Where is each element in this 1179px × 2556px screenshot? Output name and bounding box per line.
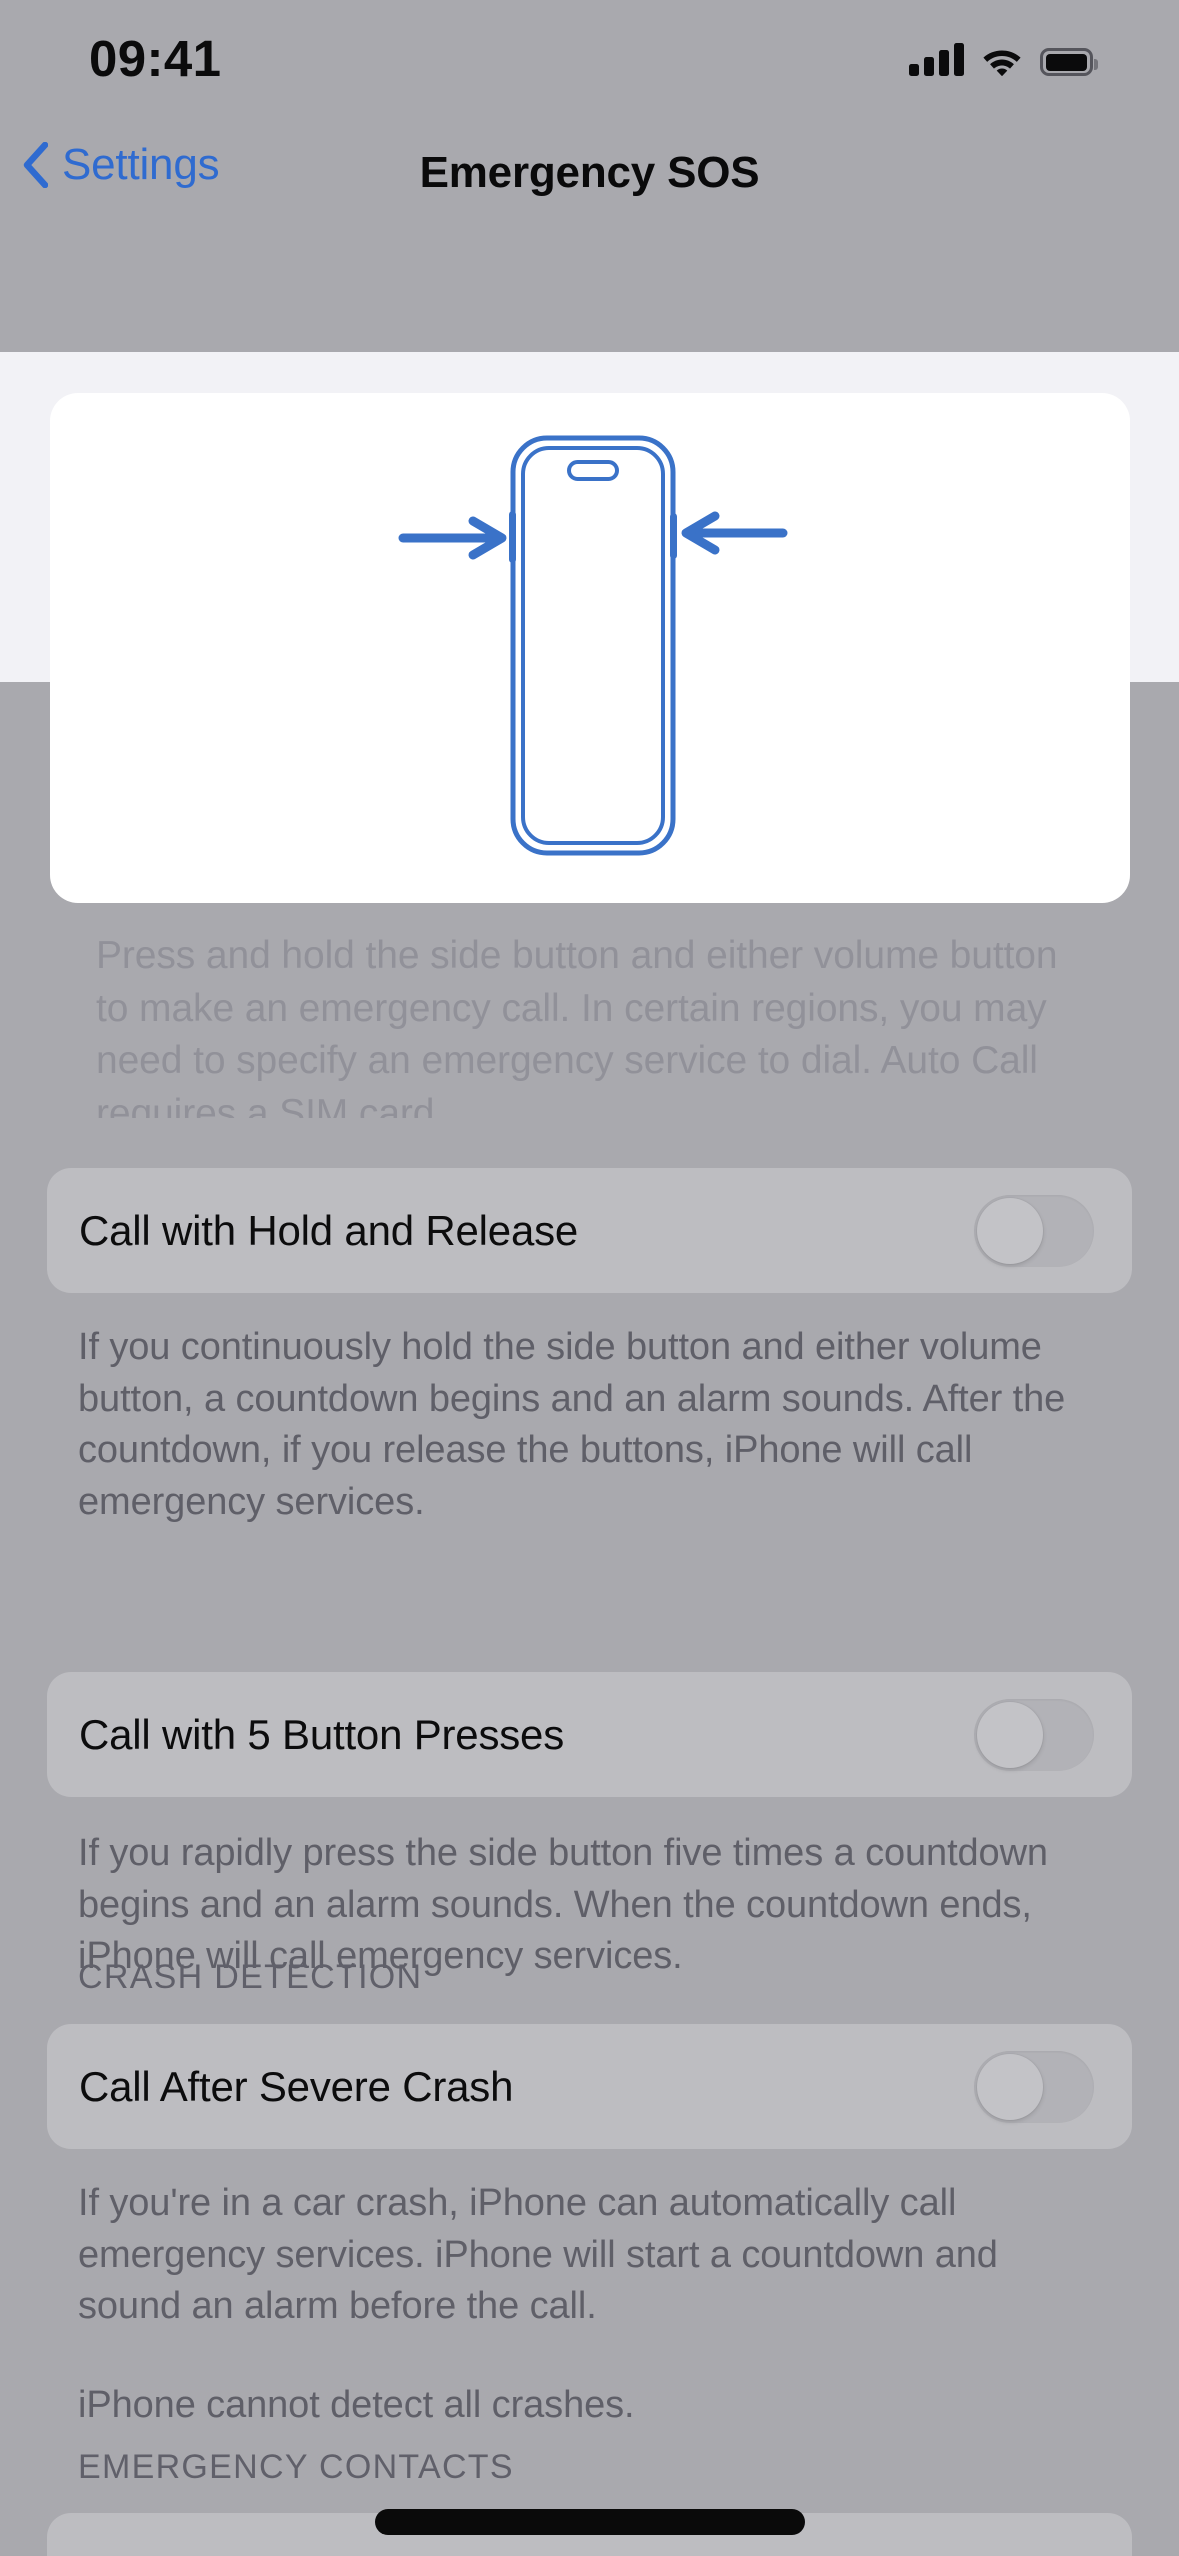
iphone-side-buttons-diagram	[398, 435, 788, 856]
contact-phone-number: (212) 555-0104	[810, 2552, 1095, 2556]
desc-cannot-detect-all-crashes: iPhone cannot detect all crashes.	[78, 2384, 635, 2426]
toggle-call-after-severe-crash[interactable]	[974, 2050, 1094, 2123]
wifi-icon	[981, 44, 1023, 76]
row-label: Call with Hold and Release	[79, 1206, 579, 1254]
toggle-knob	[977, 1197, 1043, 1264]
navigation-bar: Settings Emergency SOS	[0, 118, 1179, 234]
section-header-emergency-contacts: EMERGENCY CONTACTS	[78, 2448, 514, 2486]
row-call-after-severe-crash[interactable]: Call After Severe Crash	[47, 2024, 1132, 2149]
page-title: Emergency SOS	[419, 148, 760, 197]
row-call-with-hold-and-release[interactable]: Call with Hold and Release	[47, 1168, 1132, 1293]
toggle-call-with-hold-and-release[interactable]	[974, 1194, 1094, 1267]
home-indicator	[374, 2509, 805, 2535]
contact-name: Gadget Hacks	[79, 2552, 810, 2556]
toggle-knob	[977, 1701, 1043, 1768]
status-bar-time: 09:41	[89, 30, 222, 87]
iphone-screen: 09:41 Settings Emergency SOS Press and h…	[0, 0, 1179, 2556]
row-label: Call After Severe Crash	[79, 2062, 514, 2110]
toggle-knob	[977, 2053, 1043, 2120]
row-call-with-5-button-presses[interactable]: Call with 5 Button Presses	[47, 1672, 1132, 1797]
toggle-call-with-5-button-presses[interactable]	[974, 1698, 1094, 1771]
desc-call-after-severe-crash: If you're in a car crash, iPhone can aut…	[78, 2182, 998, 2328]
status-bar: 09:41	[0, 0, 1179, 118]
status-bar-indicators	[909, 34, 1098, 76]
row-label: Call with 5 Button Presses	[79, 1710, 565, 1758]
header-footer-note: Press and hold the side button and eithe…	[96, 934, 1058, 1135]
desc-call-with-hold-and-release: If you continuously hold the side button…	[78, 1326, 1066, 1524]
cellular-bars-icon	[909, 42, 964, 76]
battery-icon	[1040, 48, 1098, 76]
section-header-crash-detection: CRASH DETECTION	[78, 1958, 423, 1996]
